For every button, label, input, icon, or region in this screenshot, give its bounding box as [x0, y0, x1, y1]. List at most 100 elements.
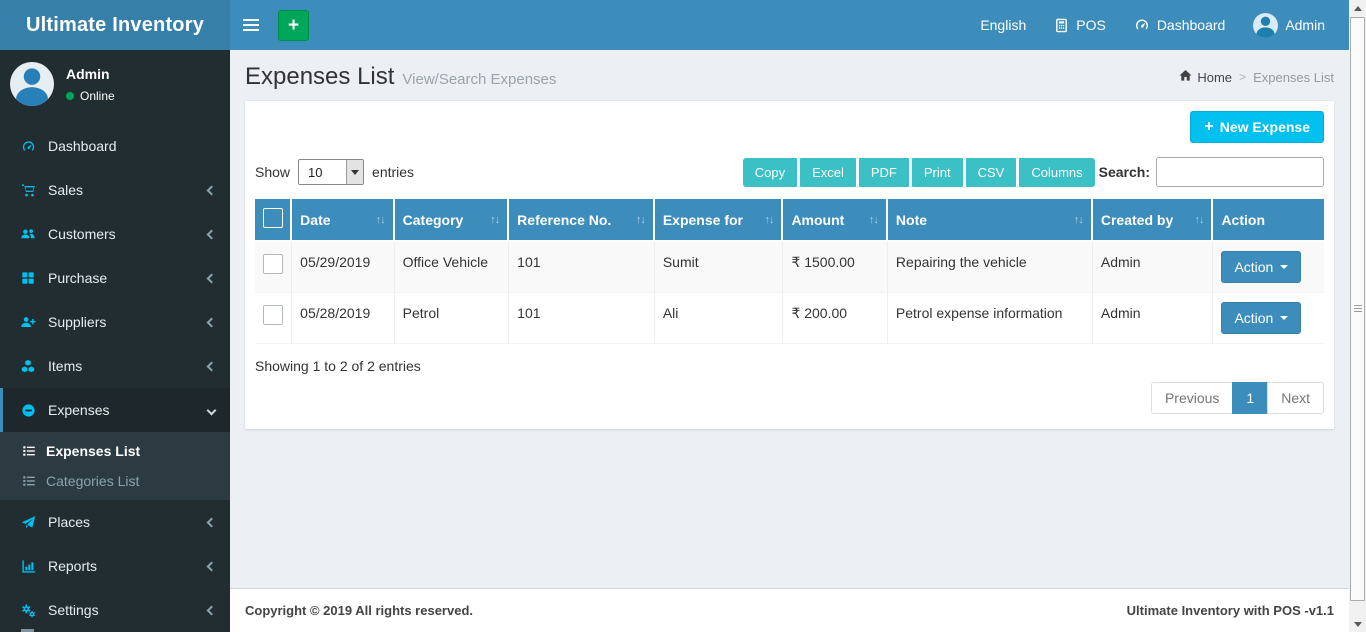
- search-input[interactable]: [1156, 157, 1324, 187]
- dashboard-icon: [18, 139, 38, 154]
- sidebar-item-customers[interactable]: Customers: [0, 212, 230, 256]
- sidebar: Admin Online Dashboard Sales Customers P…: [0, 50, 230, 632]
- table-summary: Showing 1 to 2 of 2 entries: [255, 358, 421, 374]
- cell-created-by: Admin: [1092, 293, 1214, 344]
- excel-button[interactable]: Excel: [800, 157, 856, 187]
- select-all-header: [255, 199, 293, 242]
- footer: Copyright © 2019 All rights reserved. Ul…: [230, 588, 1349, 632]
- pdf-button[interactable]: PDF: [858, 157, 909, 187]
- breadcrumb-home[interactable]: Home: [1179, 69, 1232, 85]
- select-all-checkbox[interactable]: [263, 208, 283, 228]
- csv-button[interactable]: CSV: [965, 157, 1017, 187]
- sidebar-item-reports[interactable]: Reports: [0, 544, 230, 588]
- action-dropdown-button[interactable]: Action: [1221, 251, 1302, 283]
- sidebar-item-suppliers[interactable]: Suppliers: [0, 300, 230, 344]
- sidebar-subitem-expenses-list[interactable]: Expenses List: [0, 436, 230, 466]
- plus-icon: +: [1204, 118, 1214, 135]
- column-header-expense-for[interactable]: Expense for ↑↓: [654, 199, 784, 242]
- vertical-scrollbar[interactable]: [1349, 0, 1366, 632]
- sidebar-user-panel: Admin Online: [0, 50, 230, 118]
- chevron-left-icon: [206, 229, 217, 239]
- chevron-left-icon: [206, 517, 217, 527]
- select-dropdown-button[interactable]: [346, 160, 364, 184]
- sidebar-toggle-button[interactable]: [230, 0, 272, 50]
- cell-action: Action: [1213, 242, 1324, 293]
- online-status-icon: [66, 91, 74, 100]
- scroll-up-button[interactable]: [1349, 0, 1366, 16]
- row-checkbox[interactable]: [263, 305, 284, 325]
- paper-plane-icon: [18, 515, 38, 530]
- cell-action: Action: [1213, 293, 1324, 344]
- print-button[interactable]: Print: [911, 157, 963, 187]
- bar-chart-icon: [18, 559, 38, 574]
- cell-date: 05/29/2019: [292, 242, 395, 293]
- cell-note: Petrol expense information: [887, 293, 1093, 344]
- cart-icon: [18, 183, 38, 198]
- chevron-left-icon: [206, 317, 217, 327]
- brand-logo[interactable]: Ultimate Inventory: [0, 0, 230, 50]
- sort-icon: ↑↓: [1073, 213, 1084, 226]
- dashboard-icon: [1134, 17, 1150, 33]
- column-header-created-by[interactable]: Created by ↑↓: [1092, 199, 1214, 242]
- column-header-amount[interactable]: Amount ↑↓: [783, 199, 888, 242]
- cell-category: Petrol: [394, 293, 510, 344]
- home-icon: [1179, 69, 1192, 85]
- user-avatar: [1253, 12, 1279, 38]
- content-wrapper: Expenses List View/Search Expenses Home …: [230, 50, 1349, 632]
- chevron-left-icon: [206, 561, 217, 571]
- quick-add-button[interactable]: +: [278, 9, 309, 41]
- sidebar-item-items[interactable]: Items: [0, 344, 230, 388]
- pagination-page-1[interactable]: 1: [1232, 382, 1269, 414]
- list-icon: [20, 444, 38, 458]
- chevron-left-icon: [206, 605, 217, 615]
- top-header: Ultimate Inventory + English POS Dashboa…: [0, 0, 1349, 50]
- sort-icon: ↑↓: [490, 213, 500, 226]
- sidebar-item-sales[interactable]: Sales: [0, 168, 230, 212]
- page-subtitle: View/Search Expenses: [402, 71, 557, 88]
- sidebar-item-settings[interactable]: Settings: [0, 588, 230, 632]
- scrollbar-thumb[interactable]: [1350, 17, 1365, 601]
- columns-button[interactable]: Columns: [1019, 157, 1095, 187]
- cell-amount: ₹ 1500.00: [783, 242, 888, 293]
- sidebar-item-expenses[interactable]: Expenses Expenses List Categories List: [0, 388, 230, 500]
- top-navbar: + English POS Dashboard Admin: [230, 0, 1349, 50]
- sort-icon: ↑↓: [635, 213, 646, 226]
- sort-icon: ↑↓: [764, 213, 774, 226]
- scroll-down-button[interactable]: [1349, 616, 1366, 632]
- sidebar-item-places[interactable]: Places: [0, 500, 230, 544]
- users-icon: [18, 227, 38, 242]
- cell-expense-for: Sumit: [654, 242, 784, 293]
- table-row: 05/28/2019 Petrol 101 Ali ₹ 200.00 Petro…: [255, 293, 1324, 344]
- chevron-left-icon: [206, 273, 217, 283]
- column-header-reference-no[interactable]: Reference No. ↑↓: [509, 199, 655, 242]
- entries-length-control: Show 10 entries: [255, 159, 414, 185]
- nav-language[interactable]: English: [966, 0, 1040, 50]
- copy-button[interactable]: Copy: [742, 157, 798, 187]
- column-header-date[interactable]: Date ↑↓: [292, 199, 395, 242]
- top-nav-right: English POS Dashboard Admin: [966, 0, 1349, 50]
- action-dropdown-button[interactable]: Action: [1221, 302, 1302, 334]
- sidebar-user-name: Admin: [66, 65, 110, 82]
- column-header-category[interactable]: Category ↑↓: [394, 199, 510, 242]
- sidebar-item-purchase[interactable]: Purchase: [0, 256, 230, 300]
- caret-down-icon: [1280, 316, 1289, 320]
- pagination-previous[interactable]: Previous: [1150, 382, 1234, 414]
- row-checkbox[interactable]: [263, 254, 284, 274]
- breadcrumb: Home > Expenses List: [1179, 69, 1334, 85]
- chevron-down-icon: [206, 405, 217, 415]
- plus-icon: +: [287, 14, 300, 36]
- column-header-note[interactable]: Note ↑↓: [887, 199, 1093, 242]
- entries-select[interactable]: 10: [298, 159, 365, 185]
- nav-user-menu[interactable]: Admin: [1239, 0, 1339, 50]
- pagination: Previous 1 Next: [1150, 382, 1324, 414]
- new-expense-button[interactable]: + New Expense: [1190, 111, 1324, 143]
- page-title: Expenses List: [245, 63, 395, 90]
- nav-dashboard[interactable]: Dashboard: [1120, 0, 1240, 50]
- pagination-next[interactable]: Next: [1267, 382, 1324, 414]
- expenses-box: + New Expense Show 10 entries Copy Excel…: [245, 100, 1334, 429]
- sort-icon: ↑↓: [1194, 213, 1204, 226]
- sidebar-subitem-categories-list[interactable]: Categories List: [0, 466, 230, 496]
- sidebar-item-dashboard[interactable]: Dashboard: [0, 124, 230, 168]
- nav-pos[interactable]: POS: [1040, 0, 1120, 50]
- caret-down-icon: [1280, 265, 1289, 269]
